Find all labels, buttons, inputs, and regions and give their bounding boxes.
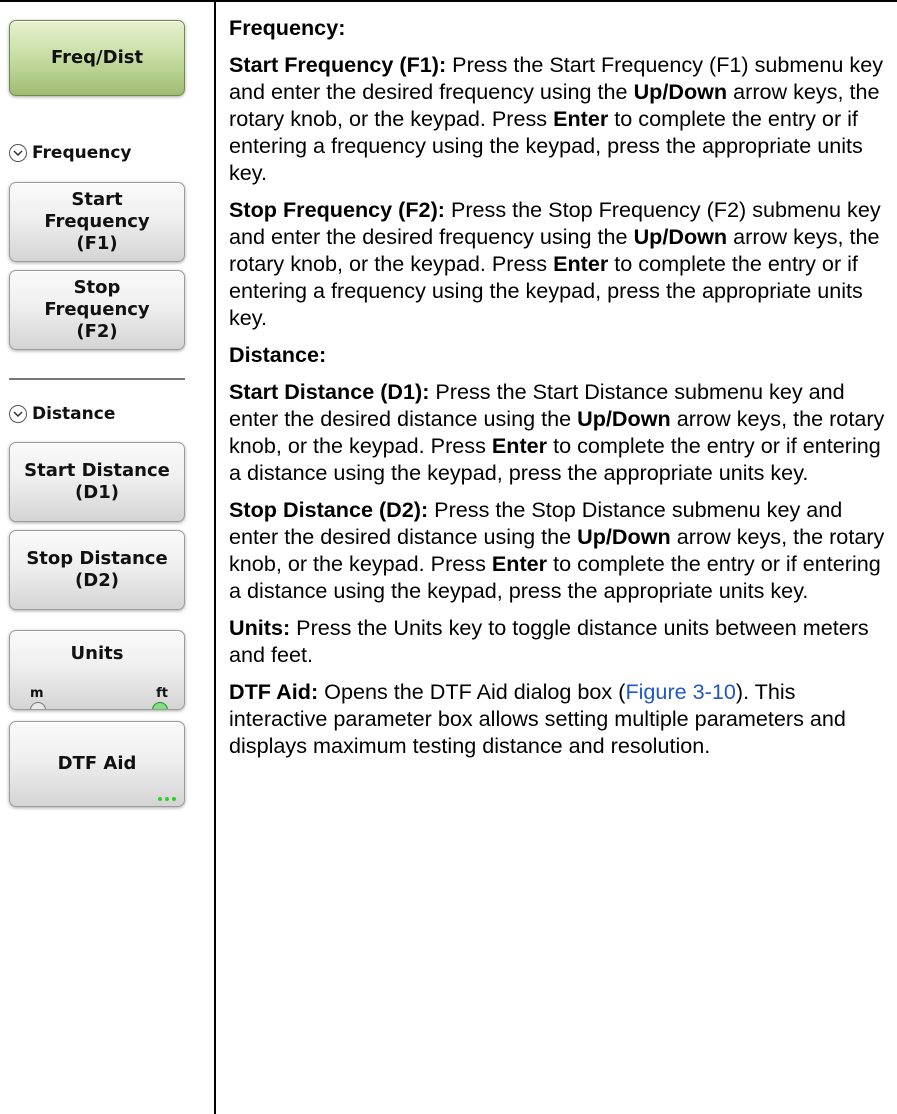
meters-indicator-led: [30, 702, 46, 709]
paragraph-text: Press the Units key to toggle distance u…: [229, 615, 869, 667]
stop-distance-button[interactable]: Stop Distance (D2): [9, 530, 185, 610]
chevron-down-icon: [9, 405, 27, 423]
start-frequency-term: Start Frequency (F1):: [229, 52, 447, 77]
start-distance-paragraph: Start Distance (D1): Press the Start Dis…: [229, 378, 894, 486]
start-distance-button[interactable]: Start Distance (D1): [9, 442, 185, 522]
units-paragraph: Units: Press the Units key to toggle dis…: [229, 614, 894, 668]
frequency-section-label: Frequency: [32, 143, 132, 163]
stop-frequency-paragraph: Stop Frequency (F2): Press the Stop Freq…: [229, 196, 894, 331]
distance-section-label: Distance: [32, 404, 116, 424]
dtf-aid-label: DTF Aid: [57, 753, 137, 774]
freq-dist-button[interactable]: Freq/Dist: [9, 20, 185, 96]
start-frequency-label: Start Frequency (F1): [44, 189, 150, 254]
stop-frequency-term: Stop Frequency (F2):: [229, 197, 445, 222]
distance-heading: Distance:: [229, 342, 327, 367]
section-divider: [9, 378, 185, 380]
distance-section-header[interactable]: Distance: [9, 403, 115, 425]
start-distance-term: Start Distance (D1):: [229, 379, 430, 404]
key-name: Up/Down: [577, 406, 671, 431]
key-name: Enter: [553, 251, 609, 276]
stop-frequency-label: Stop Frequency (F2): [44, 277, 150, 342]
column-divider: [214, 0, 216, 1114]
frequency-section-header[interactable]: Frequency: [9, 142, 132, 164]
start-frequency-button[interactable]: Start Frequency (F1): [9, 182, 185, 262]
dtf-aid-paragraph: DTF Aid: Opens the DTF Aid dialog box (F…: [229, 678, 894, 759]
submenu-panel: Freq/Dist Frequency Start Frequency (F1)…: [0, 0, 214, 1114]
units-feet-label: ft: [156, 686, 168, 701]
stop-frequency-button[interactable]: Stop Frequency (F2): [9, 270, 185, 350]
stop-distance-label: Stop Distance (D2): [26, 548, 168, 591]
units-meters-label: m: [30, 686, 44, 701]
units-toggle-button[interactable]: Units m ft: [9, 630, 185, 710]
start-frequency-paragraph: Start Frequency (F1): Press the Start Fr…: [229, 51, 894, 186]
more-dots-icon: [158, 797, 176, 801]
stop-distance-paragraph: Stop Distance (D2): Press the Stop Dista…: [229, 496, 894, 604]
key-name: Up/Down: [633, 79, 728, 104]
units-label: Units: [70, 643, 124, 664]
feet-indicator-led: [152, 702, 168, 709]
chevron-down-icon: [9, 144, 27, 162]
key-name: Up/Down: [633, 224, 728, 249]
description-text: Frequency: Start Frequency (F1): Press t…: [229, 14, 894, 769]
start-distance-label: Start Distance (D1): [24, 460, 170, 503]
key-name: Enter: [491, 551, 548, 576]
dtf-aid-button[interactable]: DTF Aid: [9, 721, 185, 807]
figure-link[interactable]: Figure 3-10: [625, 679, 735, 704]
freq-dist-label: Freq/Dist: [50, 47, 144, 68]
frequency-heading: Frequency:: [229, 15, 346, 40]
dtf-aid-term: DTF Aid:: [229, 679, 319, 704]
key-name: Enter: [491, 433, 548, 458]
key-name: Enter: [553, 106, 609, 131]
units-term: Units:: [229, 615, 291, 640]
paragraph-text: Opens the DTF Aid dialog box (: [318, 679, 626, 704]
stop-distance-term: Stop Distance (D2):: [229, 497, 429, 522]
key-name: Up/Down: [577, 524, 671, 549]
